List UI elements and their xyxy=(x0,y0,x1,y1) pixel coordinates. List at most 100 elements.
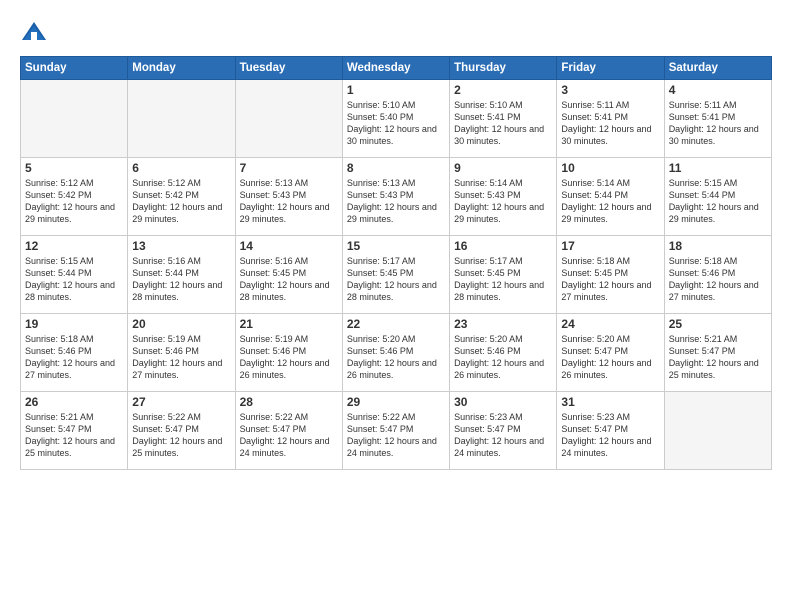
weekday-header-saturday: Saturday xyxy=(664,57,771,80)
weekday-header-sunday: Sunday xyxy=(21,57,128,80)
day-info: Sunrise: 5:17 AM Sunset: 5:45 PM Dayligh… xyxy=(347,255,445,304)
day-number: 14 xyxy=(240,239,338,253)
calendar-cell: 11 Sunrise: 5:15 AM Sunset: 5:44 PM Dayli… xyxy=(664,158,771,236)
day-number: 28 xyxy=(240,395,338,409)
calendar-cell: 7 Sunrise: 5:13 AM Sunset: 5:43 PM Daylig… xyxy=(235,158,342,236)
day-number: 1 xyxy=(347,83,445,97)
day-info: Sunrise: 5:21 AM Sunset: 5:47 PM Dayligh… xyxy=(669,333,767,382)
day-number: 16 xyxy=(454,239,552,253)
day-info: Sunrise: 5:18 AM Sunset: 5:45 PM Dayligh… xyxy=(561,255,659,304)
week-row-1: 5Sunrise: 5:12 AM Sunset: 5:42 PM Daylig… xyxy=(21,158,772,236)
day-number: 15 xyxy=(347,239,445,253)
day-info: Sunrise: 5:22 AM Sunset: 5:47 PM Dayligh… xyxy=(240,411,338,460)
day-info: Sunrise: 5:23 AM Sunset: 5:47 PM Dayligh… xyxy=(454,411,552,460)
day-number: 13 xyxy=(132,239,230,253)
day-info: Sunrise: 5:12 AM Sunset: 5:42 PM Dayligh… xyxy=(132,177,230,226)
calendar-cell: 12 Sunrise: 5:15 AM Sunset: 5:44 PM Dayli… xyxy=(21,236,128,314)
day-number: 7 xyxy=(240,161,338,175)
day-info: Sunrise: 5:20 AM Sunset: 5:47 PM Dayligh… xyxy=(561,333,659,382)
day-info: Sunrise: 5:21 AM Sunset: 5:47 PM Dayligh… xyxy=(25,411,123,460)
calendar-cell: 4 Sunrise: 5:11 AM Sunset: 5:41 PM Daylig… xyxy=(664,80,771,158)
day-info: Sunrise: 5:15 AM Sunset: 5:44 PM Dayligh… xyxy=(669,177,767,226)
week-row-0: 1 Sunrise: 5:10 AM Sunset: 5:40 PM Daylig… xyxy=(21,80,772,158)
day-number: 4 xyxy=(669,83,767,97)
day-info: Sunrise: 5:16 AM Sunset: 5:45 PM Dayligh… xyxy=(240,255,338,304)
day-info: Sunrise: 5:19 AM Sunset: 5:46 PM Dayligh… xyxy=(240,333,338,382)
calendar-cell: 19 Sunrise: 5:18 AM Sunset: 5:46 PM Dayli… xyxy=(21,314,128,392)
calendar-cell: 21 Sunrise: 5:19 AM Sunset: 5:46 PM Dayli… xyxy=(235,314,342,392)
day-info: Sunrise: 5:22 AM Sunset: 5:47 PM Dayligh… xyxy=(132,411,230,460)
page: SundayMondayTuesdayWednesdayThursdayFrid… xyxy=(0,0,792,612)
day-info: Sunrise: 5:19 AM Sunset: 5:46 PM Dayligh… xyxy=(132,333,230,382)
calendar-cell: 27 Sunrise: 5:22 AM Sunset: 5:47 PM Dayli… xyxy=(128,392,235,470)
day-info: Sunrise: 5:10 AM Sunset: 5:40 PM Dayligh… xyxy=(347,99,445,148)
calendar-cell: 1 Sunrise: 5:10 AM Sunset: 5:40 PM Daylig… xyxy=(342,80,449,158)
calendar-cell xyxy=(235,80,342,158)
day-number: 21 xyxy=(240,317,338,331)
day-number: 19 xyxy=(25,317,123,331)
day-number: 3 xyxy=(561,83,659,97)
day-info: Sunrise: 5:16 AM Sunset: 5:44 PM Dayligh… xyxy=(132,255,230,304)
calendar-cell xyxy=(21,80,128,158)
calendar-cell: 17Sunrise: 5:18 AM Sunset: 5:45 PM Dayli… xyxy=(557,236,664,314)
day-number: 12 xyxy=(25,239,123,253)
day-info: Sunrise: 5:20 AM Sunset: 5:46 PM Dayligh… xyxy=(347,333,445,382)
calendar-cell: 31Sunrise: 5:23 AM Sunset: 5:47 PM Dayli… xyxy=(557,392,664,470)
calendar-cell: 22 Sunrise: 5:20 AM Sunset: 5:46 PM Dayli… xyxy=(342,314,449,392)
calendar-cell: 13 Sunrise: 5:16 AM Sunset: 5:44 PM Dayli… xyxy=(128,236,235,314)
calendar-cell: 25 Sunrise: 5:21 AM Sunset: 5:47 PM Dayli… xyxy=(664,314,771,392)
week-row-2: 12 Sunrise: 5:15 AM Sunset: 5:44 PM Dayli… xyxy=(21,236,772,314)
calendar-cell: 15 Sunrise: 5:17 AM Sunset: 5:45 PM Dayli… xyxy=(342,236,449,314)
day-info: Sunrise: 5:12 AM Sunset: 5:42 PM Dayligh… xyxy=(25,177,123,226)
calendar-body: 1 Sunrise: 5:10 AM Sunset: 5:40 PM Daylig… xyxy=(21,80,772,470)
calendar-cell: 26 Sunrise: 5:21 AM Sunset: 5:47 PM Dayli… xyxy=(21,392,128,470)
day-number: 29 xyxy=(347,395,445,409)
week-row-4: 26 Sunrise: 5:21 AM Sunset: 5:47 PM Dayli… xyxy=(21,392,772,470)
day-info: Sunrise: 5:22 AM Sunset: 5:47 PM Dayligh… xyxy=(347,411,445,460)
weekday-header-row: SundayMondayTuesdayWednesdayThursdayFrid… xyxy=(21,57,772,80)
day-info: Sunrise: 5:15 AM Sunset: 5:44 PM Dayligh… xyxy=(25,255,123,304)
calendar-cell: 8 Sunrise: 5:13 AM Sunset: 5:43 PM Daylig… xyxy=(342,158,449,236)
logo-icon xyxy=(20,18,48,46)
weekday-header-tuesday: Tuesday xyxy=(235,57,342,80)
day-number: 26 xyxy=(25,395,123,409)
day-number: 30 xyxy=(454,395,552,409)
calendar-cell: 10Sunrise: 5:14 AM Sunset: 5:44 PM Dayli… xyxy=(557,158,664,236)
day-number: 9 xyxy=(454,161,552,175)
weekday-header-monday: Monday xyxy=(128,57,235,80)
calendar-cell: 5Sunrise: 5:12 AM Sunset: 5:42 PM Daylig… xyxy=(21,158,128,236)
calendar-header: SundayMondayTuesdayWednesdayThursdayFrid… xyxy=(21,57,772,80)
day-info: Sunrise: 5:13 AM Sunset: 5:43 PM Dayligh… xyxy=(240,177,338,226)
calendar-cell: 9 Sunrise: 5:14 AM Sunset: 5:43 PM Daylig… xyxy=(450,158,557,236)
day-number: 6 xyxy=(132,161,230,175)
day-number: 22 xyxy=(347,317,445,331)
calendar-cell xyxy=(664,392,771,470)
day-number: 8 xyxy=(347,161,445,175)
day-number: 11 xyxy=(669,161,767,175)
calendar-cell: 2Sunrise: 5:10 AM Sunset: 5:41 PM Daylig… xyxy=(450,80,557,158)
day-number: 2 xyxy=(454,83,552,97)
calendar-cell: 18Sunrise: 5:18 AM Sunset: 5:46 PM Dayli… xyxy=(664,236,771,314)
day-info: Sunrise: 5:23 AM Sunset: 5:47 PM Dayligh… xyxy=(561,411,659,460)
calendar-table: SundayMondayTuesdayWednesdayThursdayFrid… xyxy=(20,56,772,470)
day-info: Sunrise: 5:18 AM Sunset: 5:46 PM Dayligh… xyxy=(25,333,123,382)
calendar-cell: 14 Sunrise: 5:16 AM Sunset: 5:45 PM Dayli… xyxy=(235,236,342,314)
day-number: 25 xyxy=(669,317,767,331)
calendar-cell: 20 Sunrise: 5:19 AM Sunset: 5:46 PM Dayli… xyxy=(128,314,235,392)
day-number: 24 xyxy=(561,317,659,331)
day-number: 23 xyxy=(454,317,552,331)
day-number: 20 xyxy=(132,317,230,331)
day-info: Sunrise: 5:13 AM Sunset: 5:43 PM Dayligh… xyxy=(347,177,445,226)
calendar-cell: 6 Sunrise: 5:12 AM Sunset: 5:42 PM Daylig… xyxy=(128,158,235,236)
weekday-header-wednesday: Wednesday xyxy=(342,57,449,80)
day-info: Sunrise: 5:14 AM Sunset: 5:43 PM Dayligh… xyxy=(454,177,552,226)
calendar-cell: 23Sunrise: 5:20 AM Sunset: 5:46 PM Dayli… xyxy=(450,314,557,392)
day-info: Sunrise: 5:11 AM Sunset: 5:41 PM Dayligh… xyxy=(669,99,767,148)
day-info: Sunrise: 5:14 AM Sunset: 5:44 PM Dayligh… xyxy=(561,177,659,226)
calendar-cell: 28 Sunrise: 5:22 AM Sunset: 5:47 PM Dayli… xyxy=(235,392,342,470)
day-number: 27 xyxy=(132,395,230,409)
calendar-cell xyxy=(128,80,235,158)
day-info: Sunrise: 5:18 AM Sunset: 5:46 PM Dayligh… xyxy=(669,255,767,304)
header xyxy=(20,18,772,46)
weekday-header-thursday: Thursday xyxy=(450,57,557,80)
